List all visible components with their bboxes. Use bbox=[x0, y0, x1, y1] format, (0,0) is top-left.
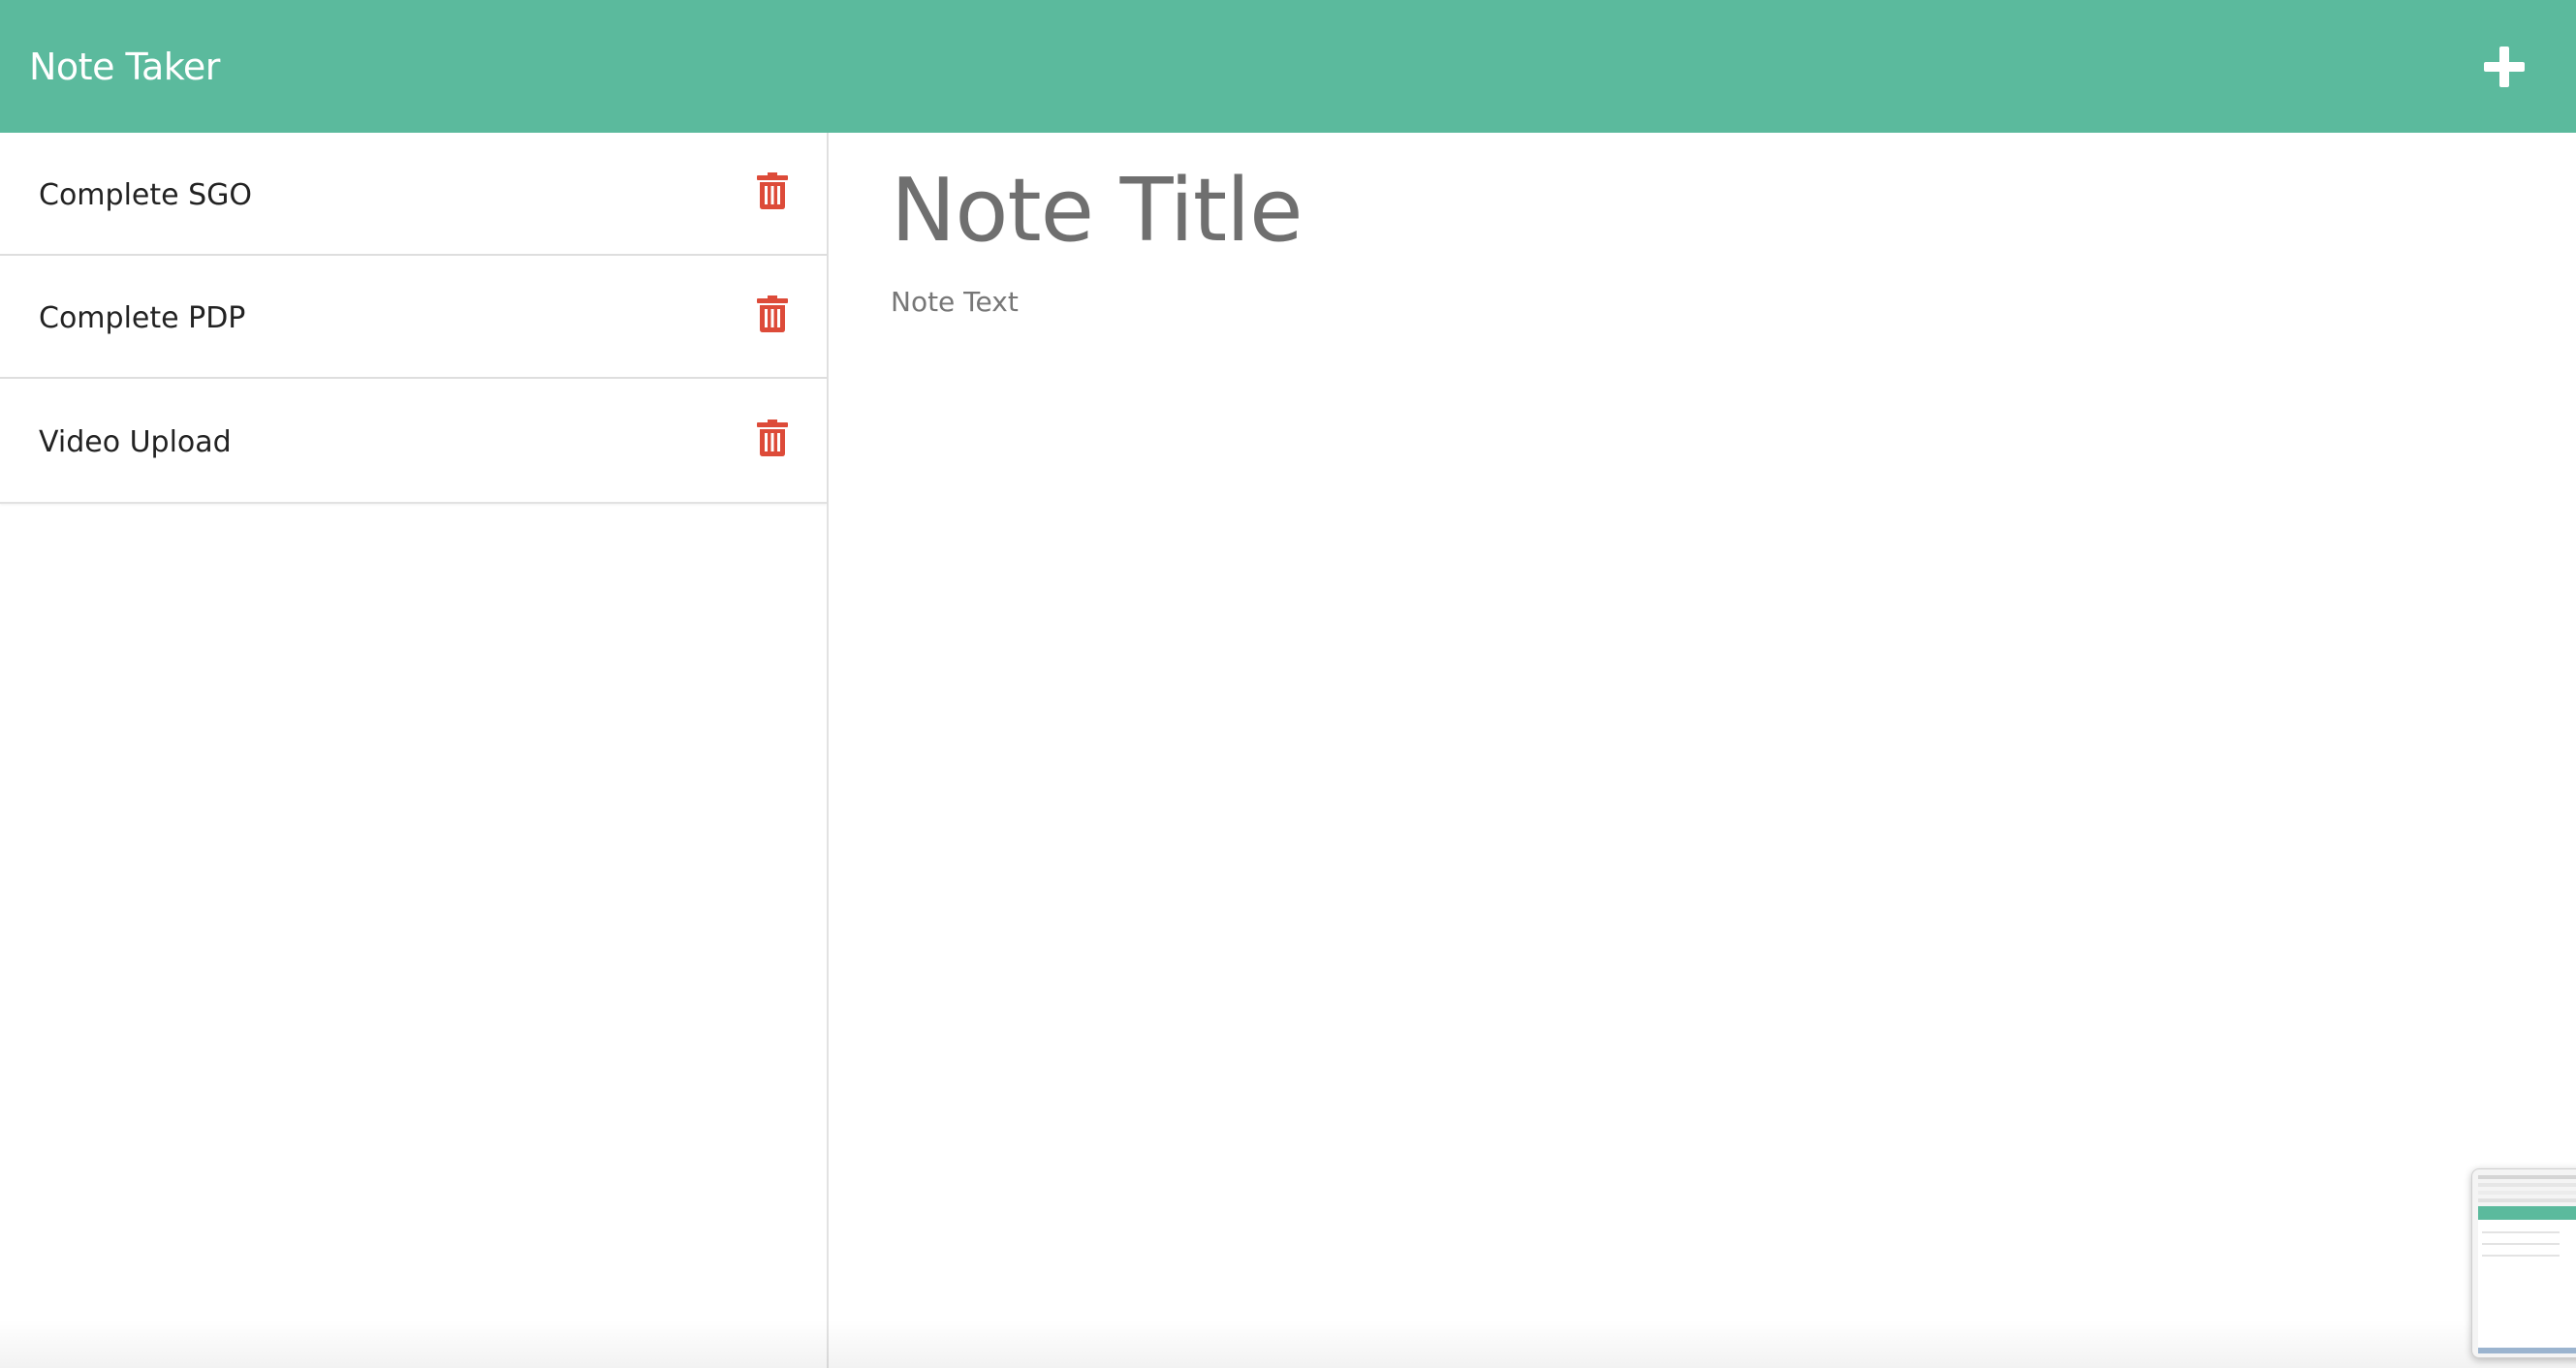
brand-title[interactable]: Note Taker bbox=[29, 46, 220, 88]
note-item-title: Complete PDP bbox=[39, 301, 246, 335]
trash-icon[interactable] bbox=[755, 419, 790, 457]
note-item-complete-sgo[interactable]: Complete SGO bbox=[0, 133, 827, 256]
note-item-video-upload[interactable]: Video Upload bbox=[0, 379, 827, 502]
trash-icon[interactable] bbox=[755, 295, 790, 333]
note-list: Complete SGO Complete PDP Video Upload bbox=[0, 133, 827, 504]
screenshot-thumbnail[interactable] bbox=[2471, 1168, 2576, 1358]
note-title-input[interactable] bbox=[891, 152, 2538, 268]
plus-icon bbox=[2484, 46, 2525, 87]
note-item-title: Video Upload bbox=[39, 425, 232, 459]
sidebar: Complete SGO Complete PDP Video Upload bbox=[0, 133, 829, 1368]
new-note-button[interactable] bbox=[2475, 38, 2533, 96]
note-item-title: Complete SGO bbox=[39, 178, 253, 212]
note-editor bbox=[831, 133, 2576, 1368]
note-item-complete-pdp[interactable]: Complete PDP bbox=[0, 256, 827, 379]
note-text-input[interactable] bbox=[891, 286, 2538, 1255]
navbar: Note Taker bbox=[0, 0, 2576, 133]
trash-icon[interactable] bbox=[755, 171, 790, 210]
